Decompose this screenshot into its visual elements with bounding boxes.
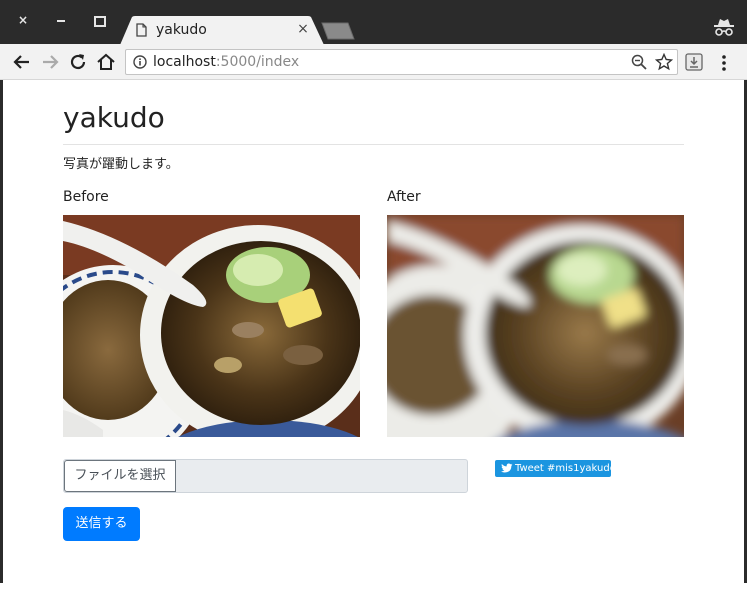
tweet-label: Tweet #mis1yakudo — [515, 463, 616, 474]
browser-toolbar: localhost:5000/index — [0, 44, 747, 80]
page-subtitle: 写真が躍動します。 — [63, 157, 179, 172]
reload-icon[interactable] — [68, 52, 88, 72]
info-icon[interactable] — [133, 55, 147, 69]
zoom-out-icon[interactable] — [631, 54, 647, 70]
submit-button[interactable]: 送信する — [63, 507, 140, 541]
window-bottom-edge — [0, 583, 747, 594]
file-input[interactable]: ファイルを選択 — [63, 459, 468, 493]
url-host: localhost — [153, 54, 216, 70]
home-icon[interactable] — [96, 52, 116, 72]
tweet-button[interactable]: Tweet #mis1yakudo — [495, 460, 616, 477]
page-title: yakudo — [63, 101, 165, 134]
download-extension-icon[interactable] — [684, 52, 704, 72]
window-minimize-button[interactable] — [54, 13, 68, 27]
page-content: yakudo 写真が躍動します。 Before After ファイルを選択 Tw… — [3, 81, 744, 583]
before-label: Before — [63, 189, 109, 205]
window-close-button[interactable]: × — [16, 13, 30, 27]
before-image — [63, 215, 360, 437]
new-tab-button[interactable] — [320, 22, 356, 40]
file-select-button[interactable]: ファイルを選択 — [64, 460, 176, 492]
browser-menu-icon[interactable] — [716, 53, 732, 73]
twitter-bird-icon — [501, 463, 513, 473]
back-arrow-icon[interactable] — [12, 52, 32, 72]
title-divider — [63, 144, 684, 145]
page-icon — [136, 23, 147, 37]
url-path: :5000/index — [215, 54, 300, 70]
window-maximize-button[interactable] — [91, 13, 106, 27]
after-label: After — [387, 189, 421, 205]
bookmark-star-icon[interactable] — [655, 53, 673, 71]
incognito-icon — [714, 19, 734, 36]
tab-title: yakudo — [156, 22, 207, 38]
address-bar[interactable]: localhost:5000/index — [125, 49, 678, 75]
tab-shape — [120, 16, 324, 45]
browser-titlebar: × yakudo × — [0, 0, 747, 45]
url-text[interactable]: localhost:5000/index — [153, 54, 299, 70]
after-image — [387, 215, 684, 437]
tab-close-icon[interactable]: × — [296, 21, 310, 37]
tab-active[interactable]: yakudo × — [120, 16, 324, 45]
forward-arrow-icon[interactable] — [40, 52, 60, 72]
